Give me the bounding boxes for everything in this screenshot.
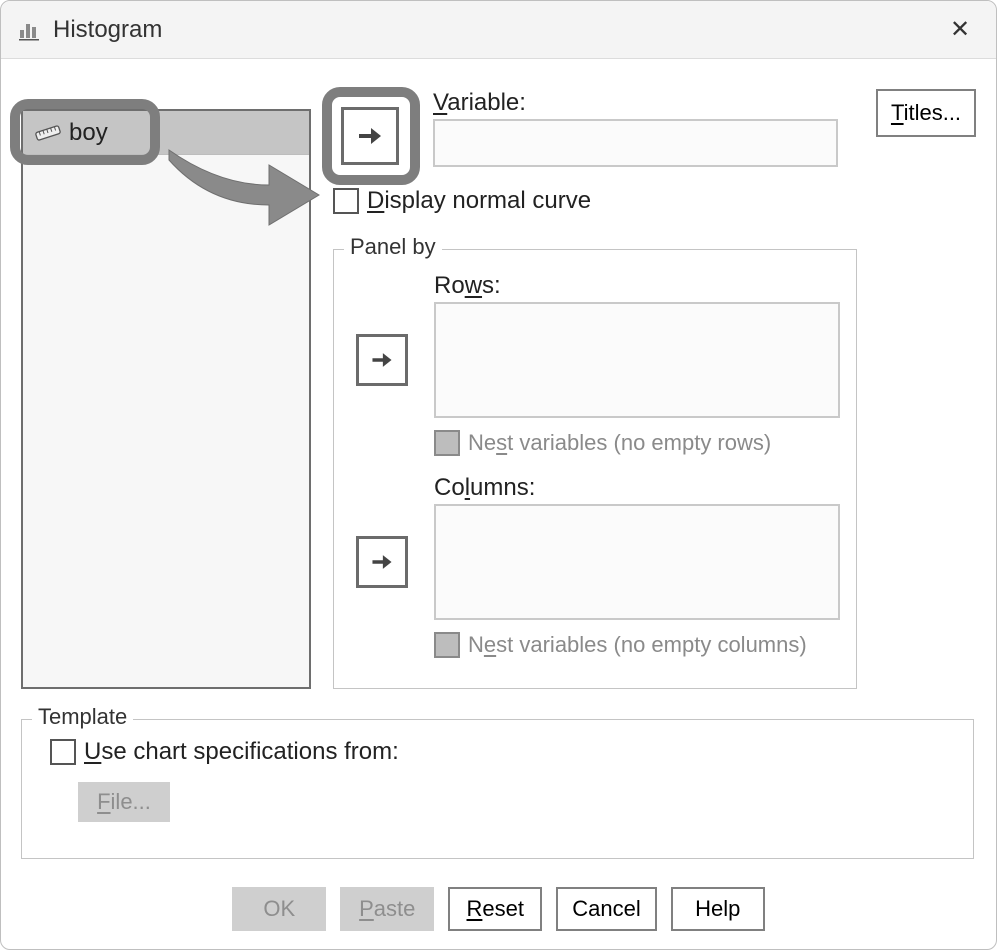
rows-label: Rows: — [434, 272, 501, 300]
app-icon — [17, 17, 43, 43]
paste-button: Paste — [340, 887, 434, 931]
nest-rows-checkbox — [434, 430, 460, 456]
nest-rows-label: Nest variables (no empty rows) — [468, 430, 771, 456]
arrow-right-icon — [369, 347, 395, 373]
nest-rows-row: Nest variables (no empty rows) — [434, 430, 771, 456]
nest-columns-row: Nest variables (no empty columns) — [434, 632, 807, 658]
display-normal-curve-row: Display normal curve — [333, 187, 591, 215]
help-button[interactable]: Help — [671, 887, 765, 931]
variable-list[interactable]: boy — [21, 109, 311, 689]
columns-input[interactable] — [434, 504, 840, 620]
nest-columns-label: Nest variables (no empty columns) — [468, 632, 807, 658]
panel-by-group: Panel by Rows: Nest variables (n — [333, 249, 857, 689]
window-title: Histogram — [53, 16, 162, 44]
file-button: File... — [78, 782, 170, 822]
variable-input[interactable] — [433, 119, 838, 167]
display-normal-curve-checkbox[interactable] — [333, 188, 359, 214]
reset-button[interactable]: Reset — [448, 887, 542, 931]
ok-button: OK — [232, 887, 326, 931]
display-normal-curve-label: Display normal curve — [367, 187, 591, 215]
histogram-dialog: Histogram ✕ — [0, 0, 997, 950]
nest-columns-checkbox — [434, 632, 460, 658]
move-to-columns-button[interactable] — [356, 536, 408, 588]
variable-list-item-label: boy — [69, 119, 108, 147]
arrow-right-icon — [355, 121, 385, 151]
arrow-right-icon — [369, 549, 395, 575]
move-to-variable-button[interactable] — [341, 107, 399, 165]
titlebar: Histogram ✕ — [1, 1, 996, 59]
dialog-body: boy Variable: Titles. — [1, 59, 996, 949]
titles-button[interactable]: Titles... — [876, 89, 976, 137]
use-chart-specs-checkbox[interactable] — [50, 739, 76, 765]
variable-label: Variable: — [433, 89, 526, 117]
use-chart-specs-row: Use chart specifications from: — [50, 738, 399, 766]
move-to-rows-button[interactable] — [356, 334, 408, 386]
close-button[interactable]: ✕ — [940, 10, 980, 50]
variable-list-container: boy — [21, 109, 311, 689]
rows-input[interactable] — [434, 302, 840, 418]
close-icon: ✕ — [950, 15, 970, 44]
template-group: Template Use chart specifications from: … — [21, 719, 974, 859]
columns-label: Columns: — [434, 474, 535, 502]
variable-list-item[interactable]: boy — [23, 111, 309, 155]
cancel-button[interactable]: Cancel — [556, 887, 656, 931]
use-chart-specs-label: Use chart specifications from: — [84, 738, 399, 766]
button-row: OK Paste Reset Cancel Help — [1, 887, 996, 931]
scale-icon — [35, 123, 61, 143]
